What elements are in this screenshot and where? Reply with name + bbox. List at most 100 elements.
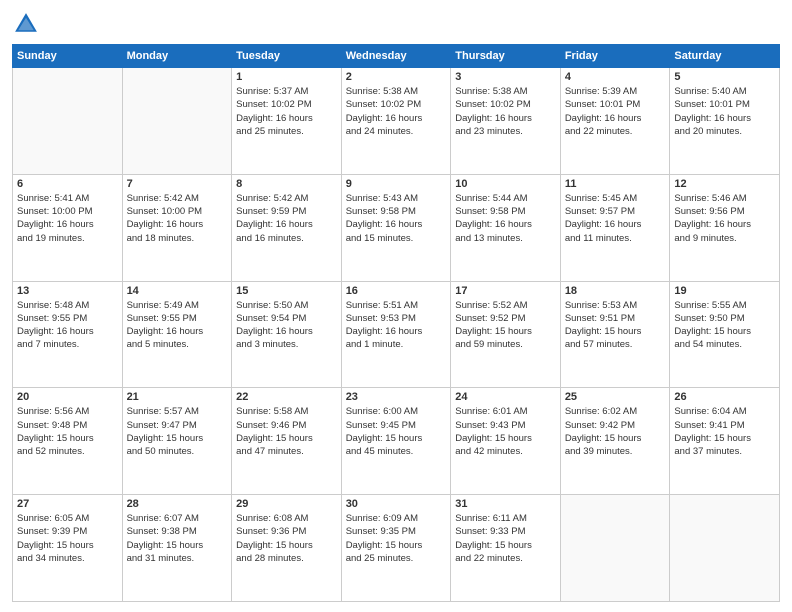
calendar-cell: 21Sunrise: 5:57 AM Sunset: 9:47 PM Dayli… — [122, 388, 232, 495]
day-info: Sunrise: 5:53 AM Sunset: 9:51 PM Dayligh… — [565, 299, 666, 352]
calendar-cell: 13 Sunrise: 5:48 AM Sunset: 9:55 PM Dayli… — [13, 281, 123, 388]
day-info: Sunrise: 6:01 AM Sunset: 9:43 PM Dayligh… — [455, 405, 556, 458]
day-number: 25 — [565, 391, 666, 403]
day-number: 30 — [346, 498, 447, 510]
calendar-table: SundayMondayTuesdayWednesdayThursdayFrid… — [12, 44, 780, 602]
calendar-cell: 30Sunrise: 6:09 AM Sunset: 9:35 PM Dayli… — [341, 495, 451, 602]
day-info: Sunrise: 5:39 AM Sunset: 10:01 PM Daylig… — [565, 85, 666, 138]
calendar-cell: 7 Sunrise: 5:42 AM Sunset: 10:00 PM Dayli… — [122, 174, 232, 281]
calendar-cell: 11 Sunrise: 5:45 AM Sunset: 9:57 PM Dayli… — [560, 174, 670, 281]
logo — [12, 10, 44, 38]
calendar-cell: 4 Sunrise: 5:39 AM Sunset: 10:01 PM Dayli… — [560, 68, 670, 175]
day-number: 29 — [236, 498, 337, 510]
day-number: 10 — [455, 178, 556, 190]
calendar-cell: 10 Sunrise: 5:44 AM Sunset: 9:58 PM Dayli… — [451, 174, 561, 281]
day-info: Sunrise: 5:44 AM Sunset: 9:58 PM Dayligh… — [455, 192, 556, 245]
weekday-header: Wednesday — [341, 45, 451, 68]
day-number: 31 — [455, 498, 556, 510]
day-info: Sunrise: 5:40 AM Sunset: 10:01 PM Daylig… — [674, 85, 775, 138]
day-info: Sunrise: 5:43 AM Sunset: 9:58 PM Dayligh… — [346, 192, 447, 245]
calendar-cell: 14 Sunrise: 5:49 AM Sunset: 9:55 PM Dayli… — [122, 281, 232, 388]
day-info: Sunrise: 5:50 AM Sunset: 9:54 PM Dayligh… — [236, 299, 337, 352]
day-info: Sunrise: 5:42 AM Sunset: 10:00 PM Daylig… — [127, 192, 228, 245]
day-number: 3 — [455, 71, 556, 83]
calendar-cell: 23 Sunrise: 6:00 AM Sunset: 9:45 PM Dayli… — [341, 388, 451, 495]
day-number: 24 — [455, 391, 556, 403]
day-number: 12 — [674, 178, 775, 190]
calendar-cell: 15 Sunrise: 5:50 AM Sunset: 9:54 PM Dayli… — [232, 281, 342, 388]
calendar-cell: 20 Sunrise: 5:56 AM Sunset: 9:48 PM Dayli… — [13, 388, 123, 495]
calendar-cell: 26 Sunrise: 6:04 AM Sunset: 9:41 PM Dayli… — [670, 388, 780, 495]
day-number: 1 — [236, 71, 337, 83]
day-number: 19 — [674, 285, 775, 297]
calendar-cell: 25 Sunrise: 6:02 AM Sunset: 9:42 PM Dayli… — [560, 388, 670, 495]
calendar-cell: 17 Sunrise: 5:52 AM Sunset: 9:52 PM Dayli… — [451, 281, 561, 388]
calendar-cell: 5Sunrise: 5:40 AM Sunset: 10:01 PM Dayli… — [670, 68, 780, 175]
day-number: 14 — [127, 285, 228, 297]
day-info: Sunrise: 6:11 AM Sunset: 9:33 PM Dayligh… — [455, 512, 556, 565]
day-info: Sunrise: 6:00 AM Sunset: 9:45 PM Dayligh… — [346, 405, 447, 458]
weekday-header: Friday — [560, 45, 670, 68]
calendar-cell — [13, 68, 123, 175]
day-number: 4 — [565, 71, 666, 83]
calendar-cell: 6Sunrise: 5:41 AM Sunset: 10:00 PM Dayli… — [13, 174, 123, 281]
day-number: 7 — [127, 178, 228, 190]
day-number: 23 — [346, 391, 447, 403]
calendar-cell — [670, 495, 780, 602]
calendar-cell: 1 Sunrise: 5:37 AM Sunset: 10:02 PM Dayli… — [232, 68, 342, 175]
calendar-cell: 31 Sunrise: 6:11 AM Sunset: 9:33 PM Dayli… — [451, 495, 561, 602]
header — [12, 10, 780, 38]
day-info: Sunrise: 5:37 AM Sunset: 10:02 PM Daylig… — [236, 85, 337, 138]
calendar-cell — [122, 68, 232, 175]
weekday-header: Tuesday — [232, 45, 342, 68]
calendar-week-row: 13 Sunrise: 5:48 AM Sunset: 9:55 PM Dayli… — [13, 281, 780, 388]
day-number: 13 — [17, 285, 118, 297]
day-number: 9 — [346, 178, 447, 190]
day-number: 8 — [236, 178, 337, 190]
day-info: Sunrise: 5:51 AM Sunset: 9:53 PM Dayligh… — [346, 299, 447, 352]
day-info: Sunrise: 6:04 AM Sunset: 9:41 PM Dayligh… — [674, 405, 775, 458]
day-number: 11 — [565, 178, 666, 190]
day-info: Sunrise: 5:42 AM Sunset: 9:59 PM Dayligh… — [236, 192, 337, 245]
calendar-week-row: 27 Sunrise: 6:05 AM Sunset: 9:39 PM Dayli… — [13, 495, 780, 602]
day-info: Sunrise: 6:02 AM Sunset: 9:42 PM Dayligh… — [565, 405, 666, 458]
day-number: 26 — [674, 391, 775, 403]
calendar-cell: 28 Sunrise: 6:07 AM Sunset: 9:38 PM Dayli… — [122, 495, 232, 602]
day-info: Sunrise: 5:38 AM Sunset: 10:02 PM Daylig… — [455, 85, 556, 138]
calendar-week-row: 6Sunrise: 5:41 AM Sunset: 10:00 PM Dayli… — [13, 174, 780, 281]
calendar-cell: 12 Sunrise: 5:46 AM Sunset: 9:56 PM Dayli… — [670, 174, 780, 281]
weekday-header-row: SundayMondayTuesdayWednesdayThursdayFrid… — [13, 45, 780, 68]
calendar-cell: 2 Sunrise: 5:38 AM Sunset: 10:02 PM Dayli… — [341, 68, 451, 175]
calendar-cell — [560, 495, 670, 602]
day-info: Sunrise: 5:52 AM Sunset: 9:52 PM Dayligh… — [455, 299, 556, 352]
day-info: Sunrise: 5:48 AM Sunset: 9:55 PM Dayligh… — [17, 299, 118, 352]
day-number: 6 — [17, 178, 118, 190]
day-number: 15 — [236, 285, 337, 297]
calendar-cell: 29 Sunrise: 6:08 AM Sunset: 9:36 PM Dayli… — [232, 495, 342, 602]
day-number: 28 — [127, 498, 228, 510]
day-info: Sunrise: 5:56 AM Sunset: 9:48 PM Dayligh… — [17, 405, 118, 458]
day-number: 2 — [346, 71, 447, 83]
day-info: Sunrise: 6:05 AM Sunset: 9:39 PM Dayligh… — [17, 512, 118, 565]
weekday-header: Monday — [122, 45, 232, 68]
calendar-cell: 8 Sunrise: 5:42 AM Sunset: 9:59 PM Daylig… — [232, 174, 342, 281]
day-number: 27 — [17, 498, 118, 510]
day-info: Sunrise: 6:08 AM Sunset: 9:36 PM Dayligh… — [236, 512, 337, 565]
day-info: Sunrise: 5:38 AM Sunset: 10:02 PM Daylig… — [346, 85, 447, 138]
day-number: 17 — [455, 285, 556, 297]
calendar-cell: 27 Sunrise: 6:05 AM Sunset: 9:39 PM Dayli… — [13, 495, 123, 602]
day-info: Sunrise: 5:45 AM Sunset: 9:57 PM Dayligh… — [565, 192, 666, 245]
day-number: 20 — [17, 391, 118, 403]
page: SundayMondayTuesdayWednesdayThursdayFrid… — [0, 0, 792, 612]
weekday-header: Sunday — [13, 45, 123, 68]
logo-icon — [12, 10, 40, 38]
day-info: Sunrise: 5:57 AM Sunset: 9:47 PM Dayligh… — [127, 405, 228, 458]
weekday-header: Thursday — [451, 45, 561, 68]
calendar-cell: 16Sunrise: 5:51 AM Sunset: 9:53 PM Dayli… — [341, 281, 451, 388]
day-info: Sunrise: 5:49 AM Sunset: 9:55 PM Dayligh… — [127, 299, 228, 352]
calendar-cell: 24 Sunrise: 6:01 AM Sunset: 9:43 PM Dayli… — [451, 388, 561, 495]
day-info: Sunrise: 6:07 AM Sunset: 9:38 PM Dayligh… — [127, 512, 228, 565]
calendar-week-row: 1 Sunrise: 5:37 AM Sunset: 10:02 PM Dayli… — [13, 68, 780, 175]
day-info: Sunrise: 5:58 AM Sunset: 9:46 PM Dayligh… — [236, 405, 337, 458]
day-info: Sunrise: 5:46 AM Sunset: 9:56 PM Dayligh… — [674, 192, 775, 245]
